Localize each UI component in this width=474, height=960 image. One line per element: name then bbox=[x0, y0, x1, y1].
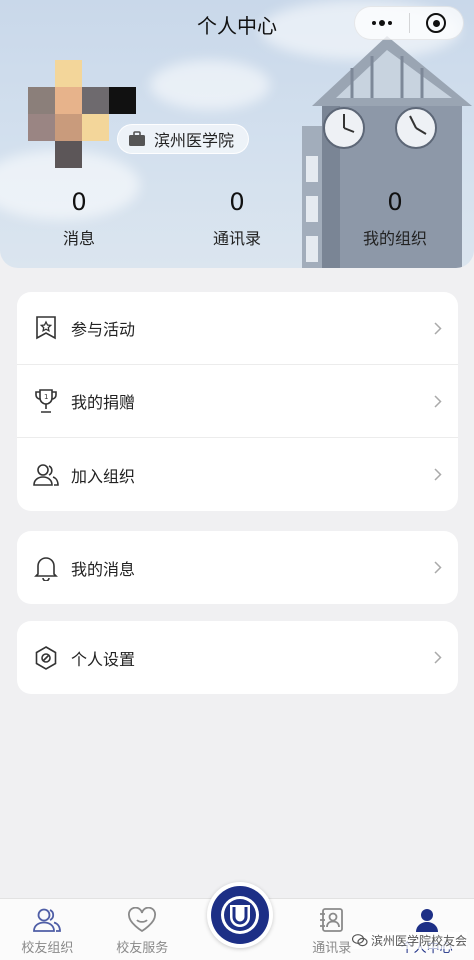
briefcase-icon bbox=[129, 131, 145, 146]
chevron-right-icon bbox=[432, 468, 444, 482]
trophy-icon: 1 bbox=[33, 388, 59, 414]
watermark-text: 滨州医学院校友会 bbox=[371, 934, 468, 948]
stat-value: 0 bbox=[71, 188, 87, 216]
stat-label: 消息 bbox=[62, 229, 95, 248]
stat-contacts[interactable]: 0 通讯录 bbox=[158, 185, 316, 249]
heart-icon bbox=[128, 907, 157, 933]
menu-item-label: 我的捐赠 bbox=[71, 393, 136, 412]
tab-alumni-service[interactable]: 校友服务 bbox=[95, 899, 190, 960]
ribbon-icon bbox=[33, 315, 59, 341]
profile-header: 个人中心 滨州医学院 0 消息 0 通讯录 0 我的组织 bbox=[0, 0, 474, 268]
cloud-decoration bbox=[150, 60, 270, 110]
bell-icon bbox=[33, 555, 59, 581]
avatar[interactable] bbox=[28, 60, 138, 170]
users-icon bbox=[33, 462, 59, 488]
svg-text:1: 1 bbox=[44, 393, 48, 401]
menu-card-settings: 个人设置 bbox=[17, 621, 458, 694]
menu-item-label: 我的消息 bbox=[71, 559, 136, 579]
chevron-right-icon bbox=[432, 321, 444, 335]
menu-item-label: 个人设置 bbox=[71, 649, 136, 669]
menu-item-my-donations[interactable]: 1 我的捐赠 bbox=[17, 365, 458, 438]
settings-icon bbox=[33, 645, 59, 671]
users-icon bbox=[33, 908, 62, 932]
more-dots-icon bbox=[371, 20, 392, 26]
menu-item-join-activity[interactable]: 参与活动 bbox=[17, 292, 458, 365]
stat-organizations[interactable]: 0 我的组织 bbox=[316, 185, 474, 249]
tab-contacts[interactable]: 通讯录 bbox=[284, 899, 379, 960]
stats-row: 0 消息 0 通讯录 0 我的组织 bbox=[0, 185, 474, 249]
chevron-right-icon bbox=[432, 394, 444, 408]
chevron-right-icon bbox=[432, 651, 444, 665]
person-icon bbox=[415, 909, 438, 932]
school-name: 滨州医学院 bbox=[154, 131, 235, 150]
contacts-icon bbox=[319, 908, 343, 932]
tab-label: 校友服务 bbox=[116, 941, 169, 956]
menu-item-join-organization[interactable]: 加入组织 bbox=[17, 438, 458, 511]
close-button[interactable] bbox=[410, 7, 464, 39]
stat-label: 我的组织 bbox=[362, 229, 427, 248]
menu-item-label: 加入组织 bbox=[71, 466, 136, 486]
menu-item-personal-settings[interactable]: 个人设置 bbox=[17, 621, 458, 694]
menu-item-my-messages[interactable]: 我的消息 bbox=[17, 531, 458, 604]
stat-value: 0 bbox=[229, 188, 245, 216]
wechat-watermark: 滨州医学院校友会 bbox=[352, 932, 468, 949]
stat-value: 0 bbox=[387, 188, 403, 216]
mini-program-capsule bbox=[354, 6, 464, 40]
university-logo bbox=[211, 886, 269, 944]
university-logo-button[interactable] bbox=[207, 882, 273, 948]
more-button[interactable] bbox=[355, 7, 409, 39]
menu-card-messages: 我的消息 bbox=[17, 531, 458, 604]
tab-alumni-organization[interactable]: 校友组织 bbox=[0, 899, 95, 960]
menu-card-activities: 参与活动 1 我的捐赠 加入组织 bbox=[17, 292, 458, 511]
stat-label: 通讯录 bbox=[212, 229, 261, 248]
close-target-icon bbox=[426, 13, 447, 33]
chevron-right-icon bbox=[432, 561, 444, 575]
stat-messages[interactable]: 0 消息 bbox=[0, 185, 158, 249]
school-badge: 滨州医学院 bbox=[117, 124, 250, 154]
tab-label: 通讯录 bbox=[312, 941, 352, 956]
menu-item-label: 参与活动 bbox=[71, 320, 136, 339]
tab-personal-center[interactable]: 个人中心 bbox=[379, 899, 474, 960]
tab-label: 校友组织 bbox=[21, 941, 74, 956]
wechat-icon bbox=[352, 934, 368, 947]
